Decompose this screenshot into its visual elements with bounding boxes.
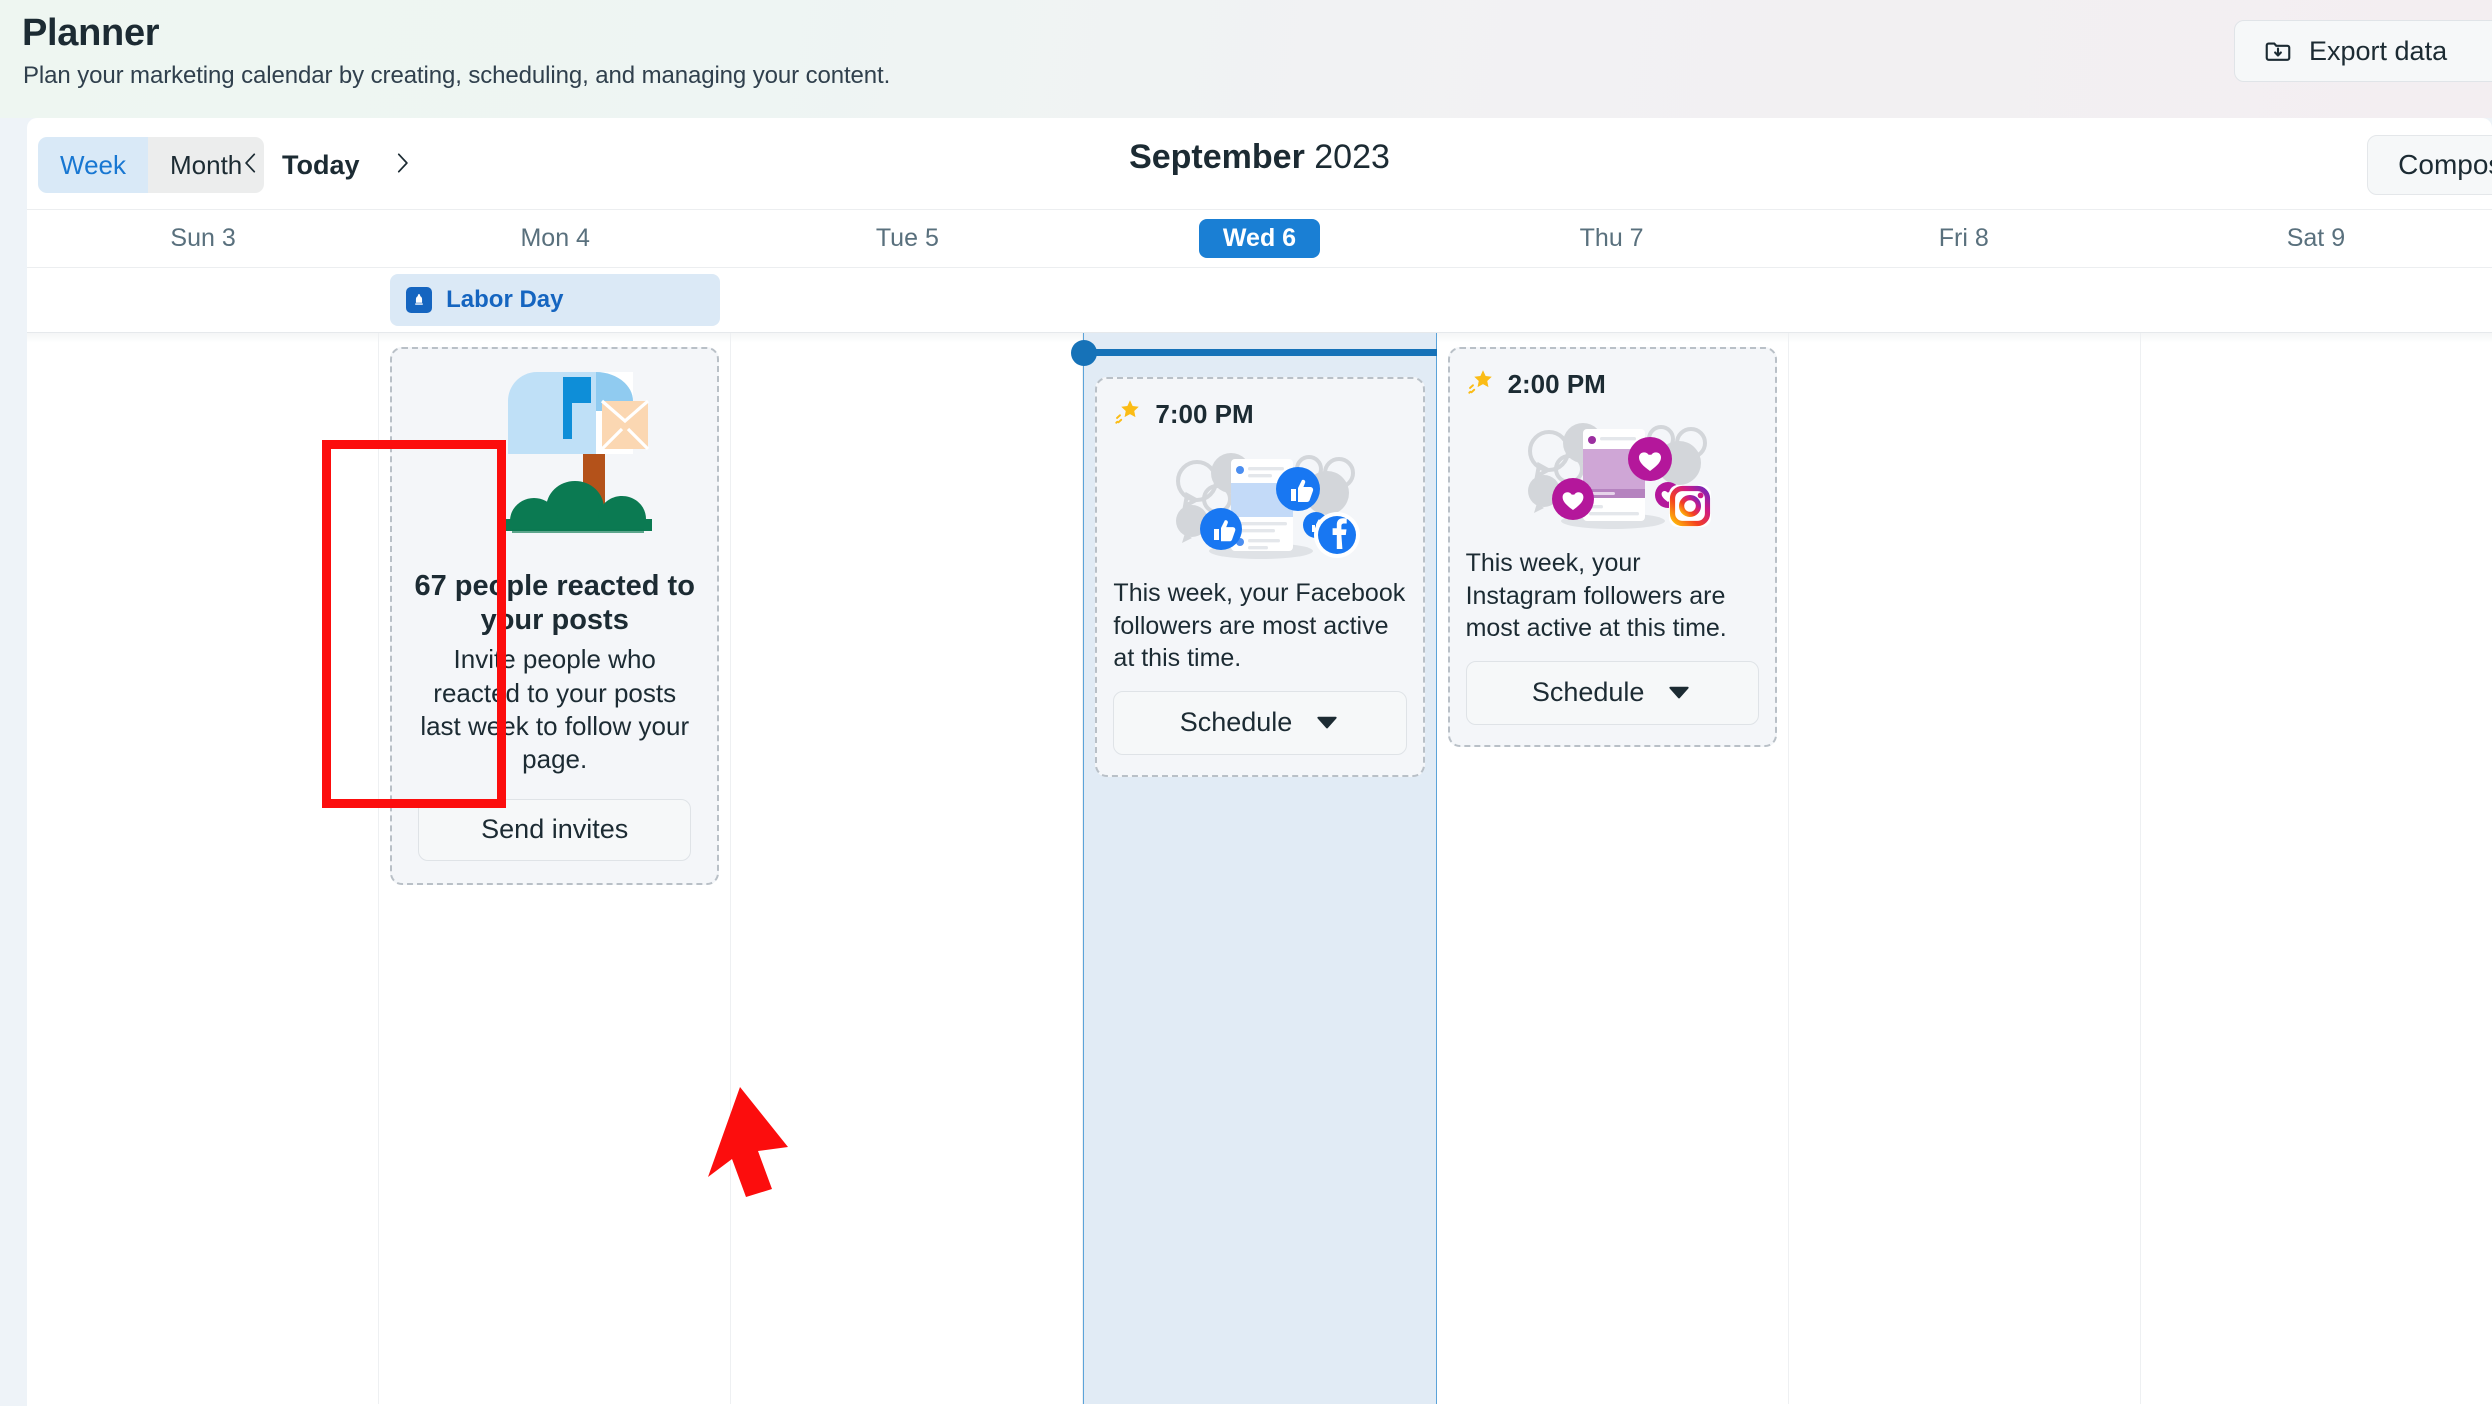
send-invites-button[interactable]: Send invites xyxy=(418,798,692,861)
all-day-cell-wed[interactable] xyxy=(1083,268,1435,332)
day-column-sat[interactable] xyxy=(2141,333,2492,1404)
all-day-cell-tue[interactable] xyxy=(731,268,1083,332)
day-column-mon[interactable]: 67 people reacted to your posts Invite p… xyxy=(379,333,732,1404)
current-time-dot xyxy=(1071,340,1098,366)
instagram-engagement-illustration xyxy=(1466,413,1759,533)
current-time-line xyxy=(1083,349,1437,356)
facebook-engagement-illustration xyxy=(1113,443,1406,563)
facebook-schedule-button[interactable]: Schedule xyxy=(1113,690,1407,755)
export-data-label: Export data xyxy=(2309,35,2448,66)
export-data-button[interactable]: Export data xyxy=(2234,20,2492,82)
page-subtitle: Plan your marketing calendar by creating… xyxy=(23,62,891,89)
day-column-tue[interactable] xyxy=(731,333,1084,1404)
all-day-cell-thu[interactable] xyxy=(1436,268,1788,332)
all-day-cell-mon[interactable]: Labor Day xyxy=(379,268,731,332)
day-header-label: Sat 9 xyxy=(2286,224,2346,252)
day-header-tue[interactable]: Tue 5 xyxy=(731,210,1083,267)
holiday-event-label: Labor Day xyxy=(446,286,564,313)
day-header-label: Wed 6 xyxy=(1198,219,1321,258)
day-header-wed-today[interactable]: Wed 6 xyxy=(1083,210,1435,267)
day-header-sat[interactable]: Sat 9 xyxy=(2140,210,2492,267)
facebook-best-time-card[interactable]: 7:00 PM This week, your Facebook followe… xyxy=(1095,377,1425,777)
day-header-mon[interactable]: Mon 4 xyxy=(379,210,731,267)
page-header: Planner Plan your marketing calendar by … xyxy=(0,0,2492,118)
caret-down-icon xyxy=(1666,677,1692,708)
instagram-best-time-card[interactable]: 2:00 PM This week, your Instagram follow… xyxy=(1447,347,1777,747)
day-header-label: Mon 4 xyxy=(520,224,590,252)
day-header-label: Sun 3 xyxy=(170,224,236,252)
day-header-row: Sun 3 Mon 4 Tue 5 Wed 6 Thu 7 Fri 8 Sat … xyxy=(27,210,2492,268)
mailbox-illustration xyxy=(392,349,717,567)
page-title: Planner xyxy=(22,12,160,54)
day-column-wed-today[interactable]: 7:00 PM This week, your Facebook followe… xyxy=(1071,333,1437,1404)
instagram-card-time: 2:00 PM xyxy=(1507,368,1606,399)
instagram-card-body: This week, your Instagram followers are … xyxy=(1465,549,1727,642)
instagram-schedule-label: Schedule xyxy=(1531,677,1645,707)
all-day-cell-fri[interactable] xyxy=(1788,268,2140,332)
calendar-panel: Week Month Today September 2023 Compose … xyxy=(27,118,2492,1406)
day-header-fri[interactable]: Fri 8 xyxy=(1788,210,2140,267)
folder-download-icon xyxy=(2263,36,2293,66)
calendar-grid: 67 people reacted to your posts Invite p… xyxy=(27,333,2492,1404)
day-header-label: Fri 8 xyxy=(1938,224,1989,252)
all-day-cell-sun[interactable] xyxy=(27,268,379,332)
month-label: September xyxy=(1129,138,1305,176)
month-year-title: September 2023 xyxy=(27,138,2492,177)
day-header-label: Thu 7 xyxy=(1579,224,1644,252)
day-column-sun[interactable] xyxy=(27,333,380,1404)
invite-card-body: Invite people who reacted to your posts … xyxy=(420,644,690,775)
day-column-thu[interactable]: 2:00 PM This week, your Instagram follow… xyxy=(1437,333,1789,1404)
day-header-thu[interactable]: Thu 7 xyxy=(1436,210,1788,267)
day-header-label: Tue 5 xyxy=(875,224,939,252)
sparkle-star-icon xyxy=(1113,397,1143,431)
year-label: 2023 xyxy=(1314,138,1390,176)
day-column-fri[interactable] xyxy=(1789,333,2141,1404)
instagram-card-time-row: 2:00 PM xyxy=(1466,367,1759,401)
day-header-sun[interactable]: Sun 3 xyxy=(27,210,379,267)
holiday-event-labor-day[interactable]: Labor Day xyxy=(390,274,721,326)
facebook-card-time-row: 7:00 PM xyxy=(1113,397,1406,431)
facebook-card-body: This week, your Facebook followers are m… xyxy=(1113,579,1406,672)
caret-down-icon xyxy=(1314,707,1340,738)
invite-card-title: 67 people reacted to your posts xyxy=(414,570,695,637)
all-day-cell-sat[interactable] xyxy=(2140,268,2492,332)
facebook-card-time: 7:00 PM xyxy=(1155,398,1254,429)
calendar-toolbar: Week Month Today September 2023 Compose xyxy=(27,118,2492,210)
invite-promo-card[interactable]: 67 people reacted to your posts Invite p… xyxy=(390,347,720,885)
facebook-schedule-label: Schedule xyxy=(1179,707,1293,737)
compose-button[interactable]: Compose xyxy=(2367,135,2492,195)
sparkle-star-icon xyxy=(1466,367,1496,401)
all-day-row: Labor Day xyxy=(27,268,2492,333)
holiday-icon xyxy=(406,287,433,313)
instagram-schedule-button[interactable]: Schedule xyxy=(1465,660,1759,725)
